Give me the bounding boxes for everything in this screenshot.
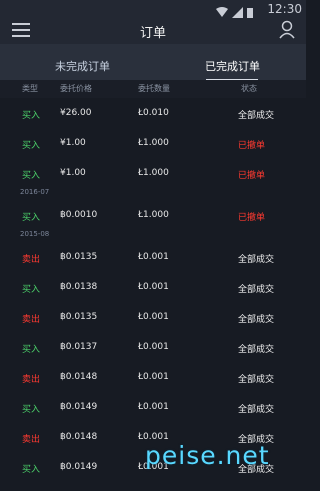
table-header: 类型 委托价格 委托数量 状态 xyxy=(0,80,306,98)
app-header: 订单 xyxy=(0,20,306,44)
order-price: ¥1.00 xyxy=(60,168,86,178)
status-icons xyxy=(214,4,264,18)
order-quantity: Ł1.000 xyxy=(138,138,169,148)
month-label: 2016-07 xyxy=(20,188,50,196)
battery-icon xyxy=(247,8,253,18)
order-status: 全部成交 xyxy=(238,111,275,121)
order-price: ฿0.0148 xyxy=(60,372,98,382)
order-type: 买入 xyxy=(22,345,41,355)
order-quantity: Ł0.010 xyxy=(138,108,169,118)
order-row[interactable]: 卖出 ฿0.0135 Ł0.001 全部成交 xyxy=(0,242,306,272)
status-time: 12:30 xyxy=(267,2,302,16)
order-list: 买入 ¥26.00 Ł0.010 全部成交 买入 ¥1.00 Ł1.000 已撤单 买入 ¥1.0… xyxy=(0,98,306,482)
order-status: 已撤单 xyxy=(238,141,266,151)
column-qty: 委托数量 xyxy=(138,84,170,93)
status-bar: 12:30 xyxy=(0,0,306,20)
order-row[interactable]: 买入 ฿0.0137 Ł0.001 全部成交 xyxy=(0,332,306,362)
order-row[interactable]: 买入 ¥26.00 Ł0.010 全部成交 xyxy=(0,98,306,128)
order-price: ฿0.0135 xyxy=(60,252,98,262)
watermark: peise.net xyxy=(145,441,270,470)
order-quantity: Ł1.000 xyxy=(138,168,169,178)
user-icon[interactable] xyxy=(278,20,296,40)
order-price: ฿0.0149 xyxy=(60,462,98,472)
order-row[interactable]: 买入 ฿0.0010 Ł1.000 已撤单 xyxy=(0,200,306,230)
order-row[interactable]: 买入 ฿0.0138 Ł0.001 全部成交 xyxy=(0,272,306,302)
order-type: 卖出 xyxy=(22,255,41,265)
page-title: 订单 xyxy=(139,26,166,41)
order-type: 卖出 xyxy=(22,435,41,445)
tab-uncompleted[interactable]: 未完成订单 xyxy=(55,58,110,74)
order-price: ฿0.0148 xyxy=(60,432,98,442)
order-status: 全部成交 xyxy=(238,405,275,415)
order-type: 买入 xyxy=(22,465,41,475)
month-separator: 2015-08 xyxy=(0,230,306,242)
order-quantity: Ł0.001 xyxy=(138,402,169,412)
order-status: 全部成交 xyxy=(238,285,275,295)
signal-icon xyxy=(232,7,243,18)
column-type: 类型 xyxy=(22,84,38,93)
order-type: 买入 xyxy=(22,111,41,121)
order-quantity: Ł0.001 xyxy=(138,252,169,262)
order-price: ฿0.0149 xyxy=(60,402,98,412)
order-status: 全部成交 xyxy=(238,345,275,355)
order-status: 全部成交 xyxy=(238,375,275,385)
order-row[interactable]: 买入 ¥1.00 Ł1.000 已撤单 xyxy=(0,128,306,158)
month-separator: 2016-07 xyxy=(0,188,306,200)
order-row[interactable]: 买入 ¥1.00 Ł1.000 已撤单 xyxy=(0,158,306,188)
order-quantity: Ł1.000 xyxy=(138,210,169,220)
order-type: 买入 xyxy=(22,285,41,295)
order-price: ฿0.0010 xyxy=(60,210,98,220)
order-quantity: Ł0.001 xyxy=(138,282,169,292)
order-price: ฿0.0135 xyxy=(60,312,98,322)
order-price: ¥26.00 xyxy=(60,108,92,118)
order-type: 买入 xyxy=(22,405,41,415)
column-status: 状态 xyxy=(241,84,257,93)
wifi-icon xyxy=(216,7,228,17)
order-quantity: Ł0.001 xyxy=(138,342,169,352)
order-type: 卖出 xyxy=(22,315,41,325)
order-type: 买入 xyxy=(22,171,41,181)
order-tabs: 未完成订单 已完成订单 xyxy=(0,44,306,80)
month-label: 2015-08 xyxy=(20,230,50,238)
order-price: ¥1.00 xyxy=(60,138,86,148)
order-row[interactable]: 卖出 ฿0.0135 Ł0.001 全部成交 xyxy=(0,302,306,332)
order-row[interactable]: 买入 ฿0.0149 Ł0.001 全部成交 xyxy=(0,392,306,422)
order-type: 买入 xyxy=(22,213,41,223)
tab-completed[interactable]: 已完成订单 xyxy=(205,58,260,74)
order-price: ฿0.0138 xyxy=(60,282,98,292)
order-status: 已撤单 xyxy=(238,213,266,223)
order-status: 全部成交 xyxy=(238,315,275,325)
order-status: 已撤单 xyxy=(238,171,266,181)
order-row[interactable]: 卖出 ฿0.0148 Ł0.001 全部成交 xyxy=(0,362,306,392)
order-quantity: Ł0.001 xyxy=(138,372,169,382)
order-type: 买入 xyxy=(22,141,41,151)
order-price: ฿0.0137 xyxy=(60,342,98,352)
order-status: 全部成交 xyxy=(238,255,275,265)
order-quantity: Ł0.001 xyxy=(138,312,169,322)
order-type: 卖出 xyxy=(22,375,41,385)
column-price: 委托价格 xyxy=(60,84,92,93)
